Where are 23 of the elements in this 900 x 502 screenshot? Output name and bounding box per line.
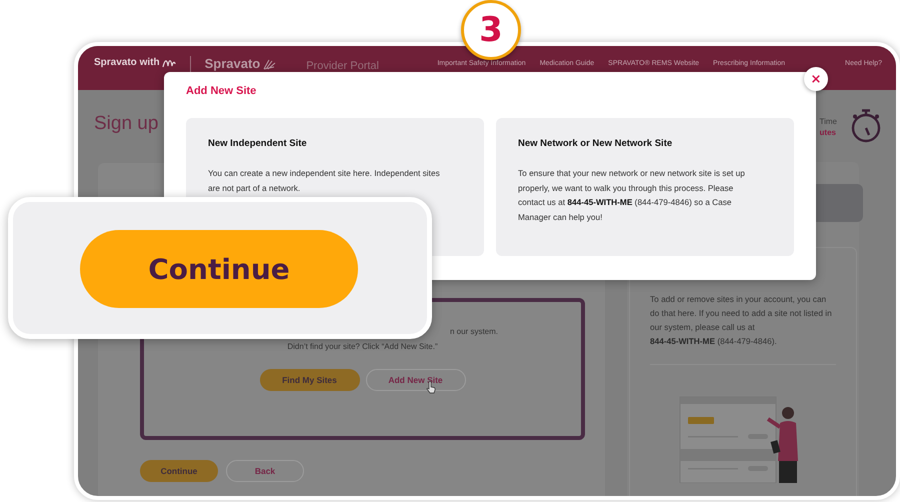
instruction-text: Didn’t find your site? Click “Add New Site.” bbox=[287, 341, 438, 353]
logo-swirl-icon bbox=[162, 58, 176, 68]
time-value: utes bbox=[820, 127, 837, 138]
leaf-icon bbox=[262, 58, 276, 70]
dialog-title: Add New Site bbox=[186, 84, 256, 98]
option-description: You can create a new independent site here. Independent sites are not part of a network. bbox=[208, 167, 441, 195]
page-title: Sign up bbox=[94, 112, 158, 136]
brand-name: Spravato bbox=[204, 56, 260, 72]
step-number-badge: 3 bbox=[461, 0, 521, 60]
portal-title: Provider Portal bbox=[306, 59, 379, 74]
back-button[interactable]: Back bbox=[226, 460, 304, 482]
option-description: To ensure that your new network or new network site is set up properly, we want to walk you through this process. Please contact us at 844-45-WITH-ME (844-479-4846) so a Case Manager can help you! bbox=[518, 167, 746, 224]
help-phone: 844-45-WITH-ME (844-479-4846). bbox=[650, 335, 778, 348]
time-label: Time bbox=[820, 116, 837, 127]
option-title: New Network or New Network Site bbox=[518, 138, 674, 150]
instruction-text: n our system. bbox=[450, 326, 498, 338]
stopwatch-icon bbox=[849, 108, 883, 144]
logo-text: Spravato with bbox=[94, 56, 160, 70]
continue-button[interactable]: Continue bbox=[140, 460, 218, 482]
find-sites-button[interactable]: Find My Sites bbox=[260, 369, 360, 391]
continue-button[interactable]: Continue bbox=[80, 230, 358, 308]
option-title: New Independent Site bbox=[208, 138, 308, 150]
help-text: To add or remove sites in your account, you can do that here. If you need to add a site not listed in our system, please call us at bbox=[650, 293, 833, 334]
